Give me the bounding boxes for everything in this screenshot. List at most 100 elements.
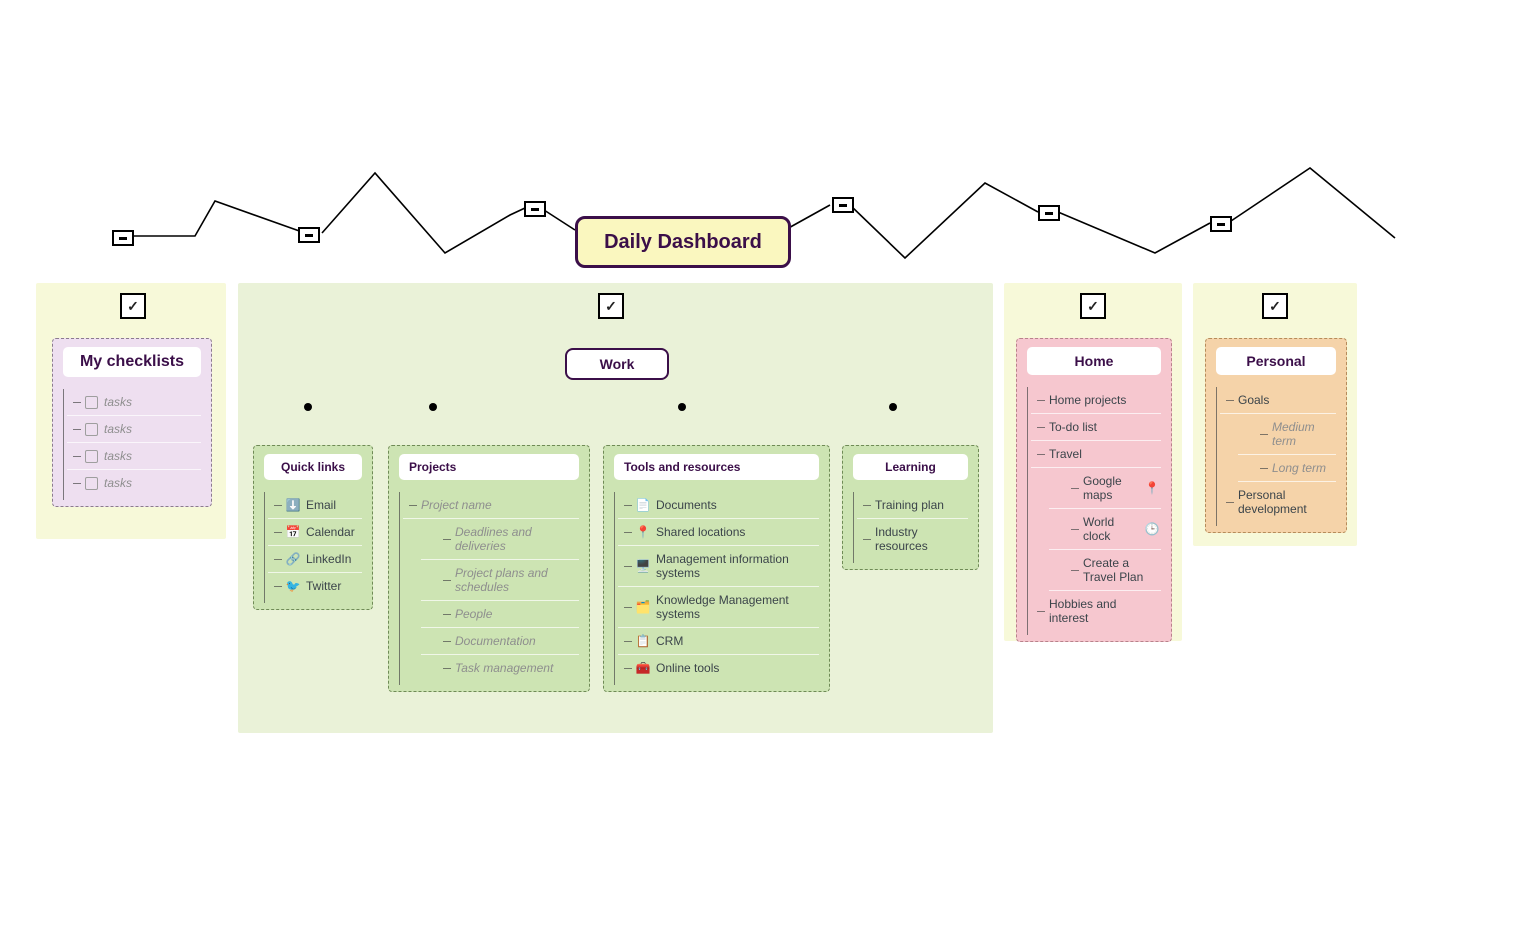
personal-subitem-label: Medium term (1272, 420, 1334, 448)
checklist-item-label: tasks (104, 422, 132, 436)
checklists-card[interactable]: My checklists tasks tasks tasks tasks (52, 338, 212, 507)
collapse-node-5[interactable] (1038, 205, 1060, 221)
home-item[interactable]: Hobbies and interest (1031, 591, 1161, 631)
work-toggle[interactable] (598, 293, 624, 319)
home-subitem[interactable]: Create a Travel Plan (1049, 550, 1161, 591)
tool-item[interactable]: 📄Documents (618, 492, 819, 519)
quick-link-label: Calendar (306, 525, 355, 539)
personal-item-label: Goals (1238, 393, 1269, 407)
project-subitem-label: Project plans and schedules (455, 566, 577, 594)
checklist-item[interactable]: tasks (67, 389, 201, 416)
learning-card[interactable]: Learning Training plan Industry resource… (842, 445, 979, 570)
personal-subitem[interactable]: Medium term (1238, 414, 1336, 455)
quick-link-item[interactable]: 🐦Twitter (268, 573, 362, 599)
documents-icon: 📄 (636, 498, 650, 512)
home-subitem[interactable]: World clock 🕒 (1049, 509, 1161, 550)
checklist-item-label: tasks (104, 476, 132, 490)
projects-card[interactable]: Projects Project name Deadlines and deli… (388, 445, 590, 692)
tool-item[interactable]: 🧰 Online tools (618, 655, 819, 681)
personal-toggle[interactable] (1262, 293, 1288, 319)
checklist-item-label: tasks (104, 449, 132, 463)
home-item-label: To-do list (1049, 420, 1097, 434)
home-card[interactable]: Home Home projects To-do list Travel Goo… (1016, 338, 1172, 642)
email-icon: ⬇️ (286, 498, 300, 512)
tool-label: Shared locations (656, 525, 745, 539)
home-item[interactable]: To-do list (1031, 414, 1161, 441)
home-item-label: Travel (1049, 447, 1082, 461)
diagram-canvas: Daily Dashboard My checklists tasks task… (0, 0, 1535, 950)
personal-card[interactable]: Personal Goals Medium term Long term Per… (1205, 338, 1347, 533)
home-subitem-label: World clock (1083, 515, 1139, 543)
home-subitem-label: Create a Travel Plan (1083, 556, 1159, 584)
personal-title: Personal (1216, 347, 1336, 375)
quick-link-item[interactable]: ⬇️ Email (268, 492, 362, 519)
tool-item[interactable]: 📋 CRM (618, 628, 819, 655)
learning-item[interactable]: Industry resources (857, 519, 968, 559)
clipboard-icon: 📋 (636, 634, 650, 648)
checklist-item[interactable]: tasks (67, 416, 201, 443)
quick-links-card[interactable]: Quick links ⬇️Email 📅Calendar 🔗LinkedIn … (253, 445, 373, 610)
clock-icon: 🕒 (1145, 522, 1159, 536)
project-subitem[interactable]: Task management (421, 655, 579, 681)
folder-icon: 🗂️ (636, 600, 650, 614)
checkbox-icon (85, 423, 98, 436)
quick-link-label: Email (306, 498, 336, 512)
quick-link-label: Twitter (306, 579, 341, 593)
quick-link-item[interactable]: 🔗LinkedIn (268, 546, 362, 573)
collapse-node-1[interactable] (112, 230, 134, 246)
checklists-body: tasks tasks tasks tasks (57, 385, 211, 506)
learning-label: Training plan (875, 498, 944, 512)
learning-item[interactable]: Training plan (857, 492, 968, 519)
tool-label: Online tools (656, 661, 719, 675)
project-subitem-label: People (455, 607, 492, 621)
tool-item[interactable]: 📍Shared locations (618, 519, 819, 546)
home-title: Home (1027, 347, 1161, 375)
home-item-label: Hobbies and interest (1049, 597, 1159, 625)
project-subitem[interactable]: People (421, 601, 579, 628)
checklists-toggle[interactable] (120, 293, 146, 319)
project-name-label: Project name (421, 498, 492, 512)
checklist-item[interactable]: tasks (67, 443, 201, 470)
calendar-icon: 📅 (286, 525, 300, 539)
personal-subitem[interactable]: Long term (1238, 455, 1336, 482)
quick-link-label: LinkedIn (306, 552, 351, 566)
toolbox-icon: 🧰 (636, 661, 650, 675)
checkbox-icon (85, 477, 98, 490)
home-item[interactable]: Travel (1031, 441, 1161, 468)
tool-label: Knowledge Management systems (656, 593, 817, 621)
work-title[interactable]: Work (565, 348, 669, 380)
project-subitem-label: Documentation (455, 634, 536, 648)
tools-card[interactable]: Tools and resources 📄Documents 📍Shared l… (603, 445, 830, 692)
computer-icon: 🖥️ (636, 559, 650, 573)
home-item-label: Home projects (1049, 393, 1126, 407)
tools-title: Tools and resources (614, 454, 819, 480)
personal-item[interactable]: Personal development (1220, 482, 1336, 522)
project-name-placeholder[interactable]: Project name (403, 492, 579, 519)
tree-dot (678, 403, 686, 411)
tool-label: Management information systems (656, 552, 817, 580)
home-subitem-label: Google maps (1083, 474, 1139, 502)
checklist-item[interactable]: tasks (67, 470, 201, 496)
collapse-node-4[interactable] (832, 197, 854, 213)
tool-label: CRM (656, 634, 683, 648)
project-subitem[interactable]: Deadlines and deliveries (421, 519, 579, 560)
tree-dot (304, 403, 312, 411)
tool-item[interactable]: 🗂️ Knowledge Management systems (618, 587, 819, 628)
project-subitem-label: Deadlines and deliveries (455, 525, 577, 553)
project-subitem[interactable]: Documentation (421, 628, 579, 655)
collapse-node-2[interactable] (298, 227, 320, 243)
diagram-title[interactable]: Daily Dashboard (575, 216, 791, 268)
checklists-title: My checklists (63, 347, 201, 377)
checkbox-icon (85, 450, 98, 463)
home-toggle[interactable] (1080, 293, 1106, 319)
quick-link-item[interactable]: 📅 Calendar (268, 519, 362, 546)
home-subitem[interactable]: Google maps📍 (1049, 468, 1161, 509)
project-subitem[interactable]: Project plans and schedules (421, 560, 579, 601)
home-item[interactable]: Home projects (1031, 387, 1161, 414)
collapse-node-3[interactable] (524, 201, 546, 217)
collapse-node-6[interactable] (1210, 216, 1232, 232)
tree-dot (429, 403, 437, 411)
quick-links-title: Quick links (264, 454, 362, 480)
personal-item[interactable]: Goals (1220, 387, 1336, 414)
tool-item[interactable]: 🖥️ Management information systems (618, 546, 819, 587)
